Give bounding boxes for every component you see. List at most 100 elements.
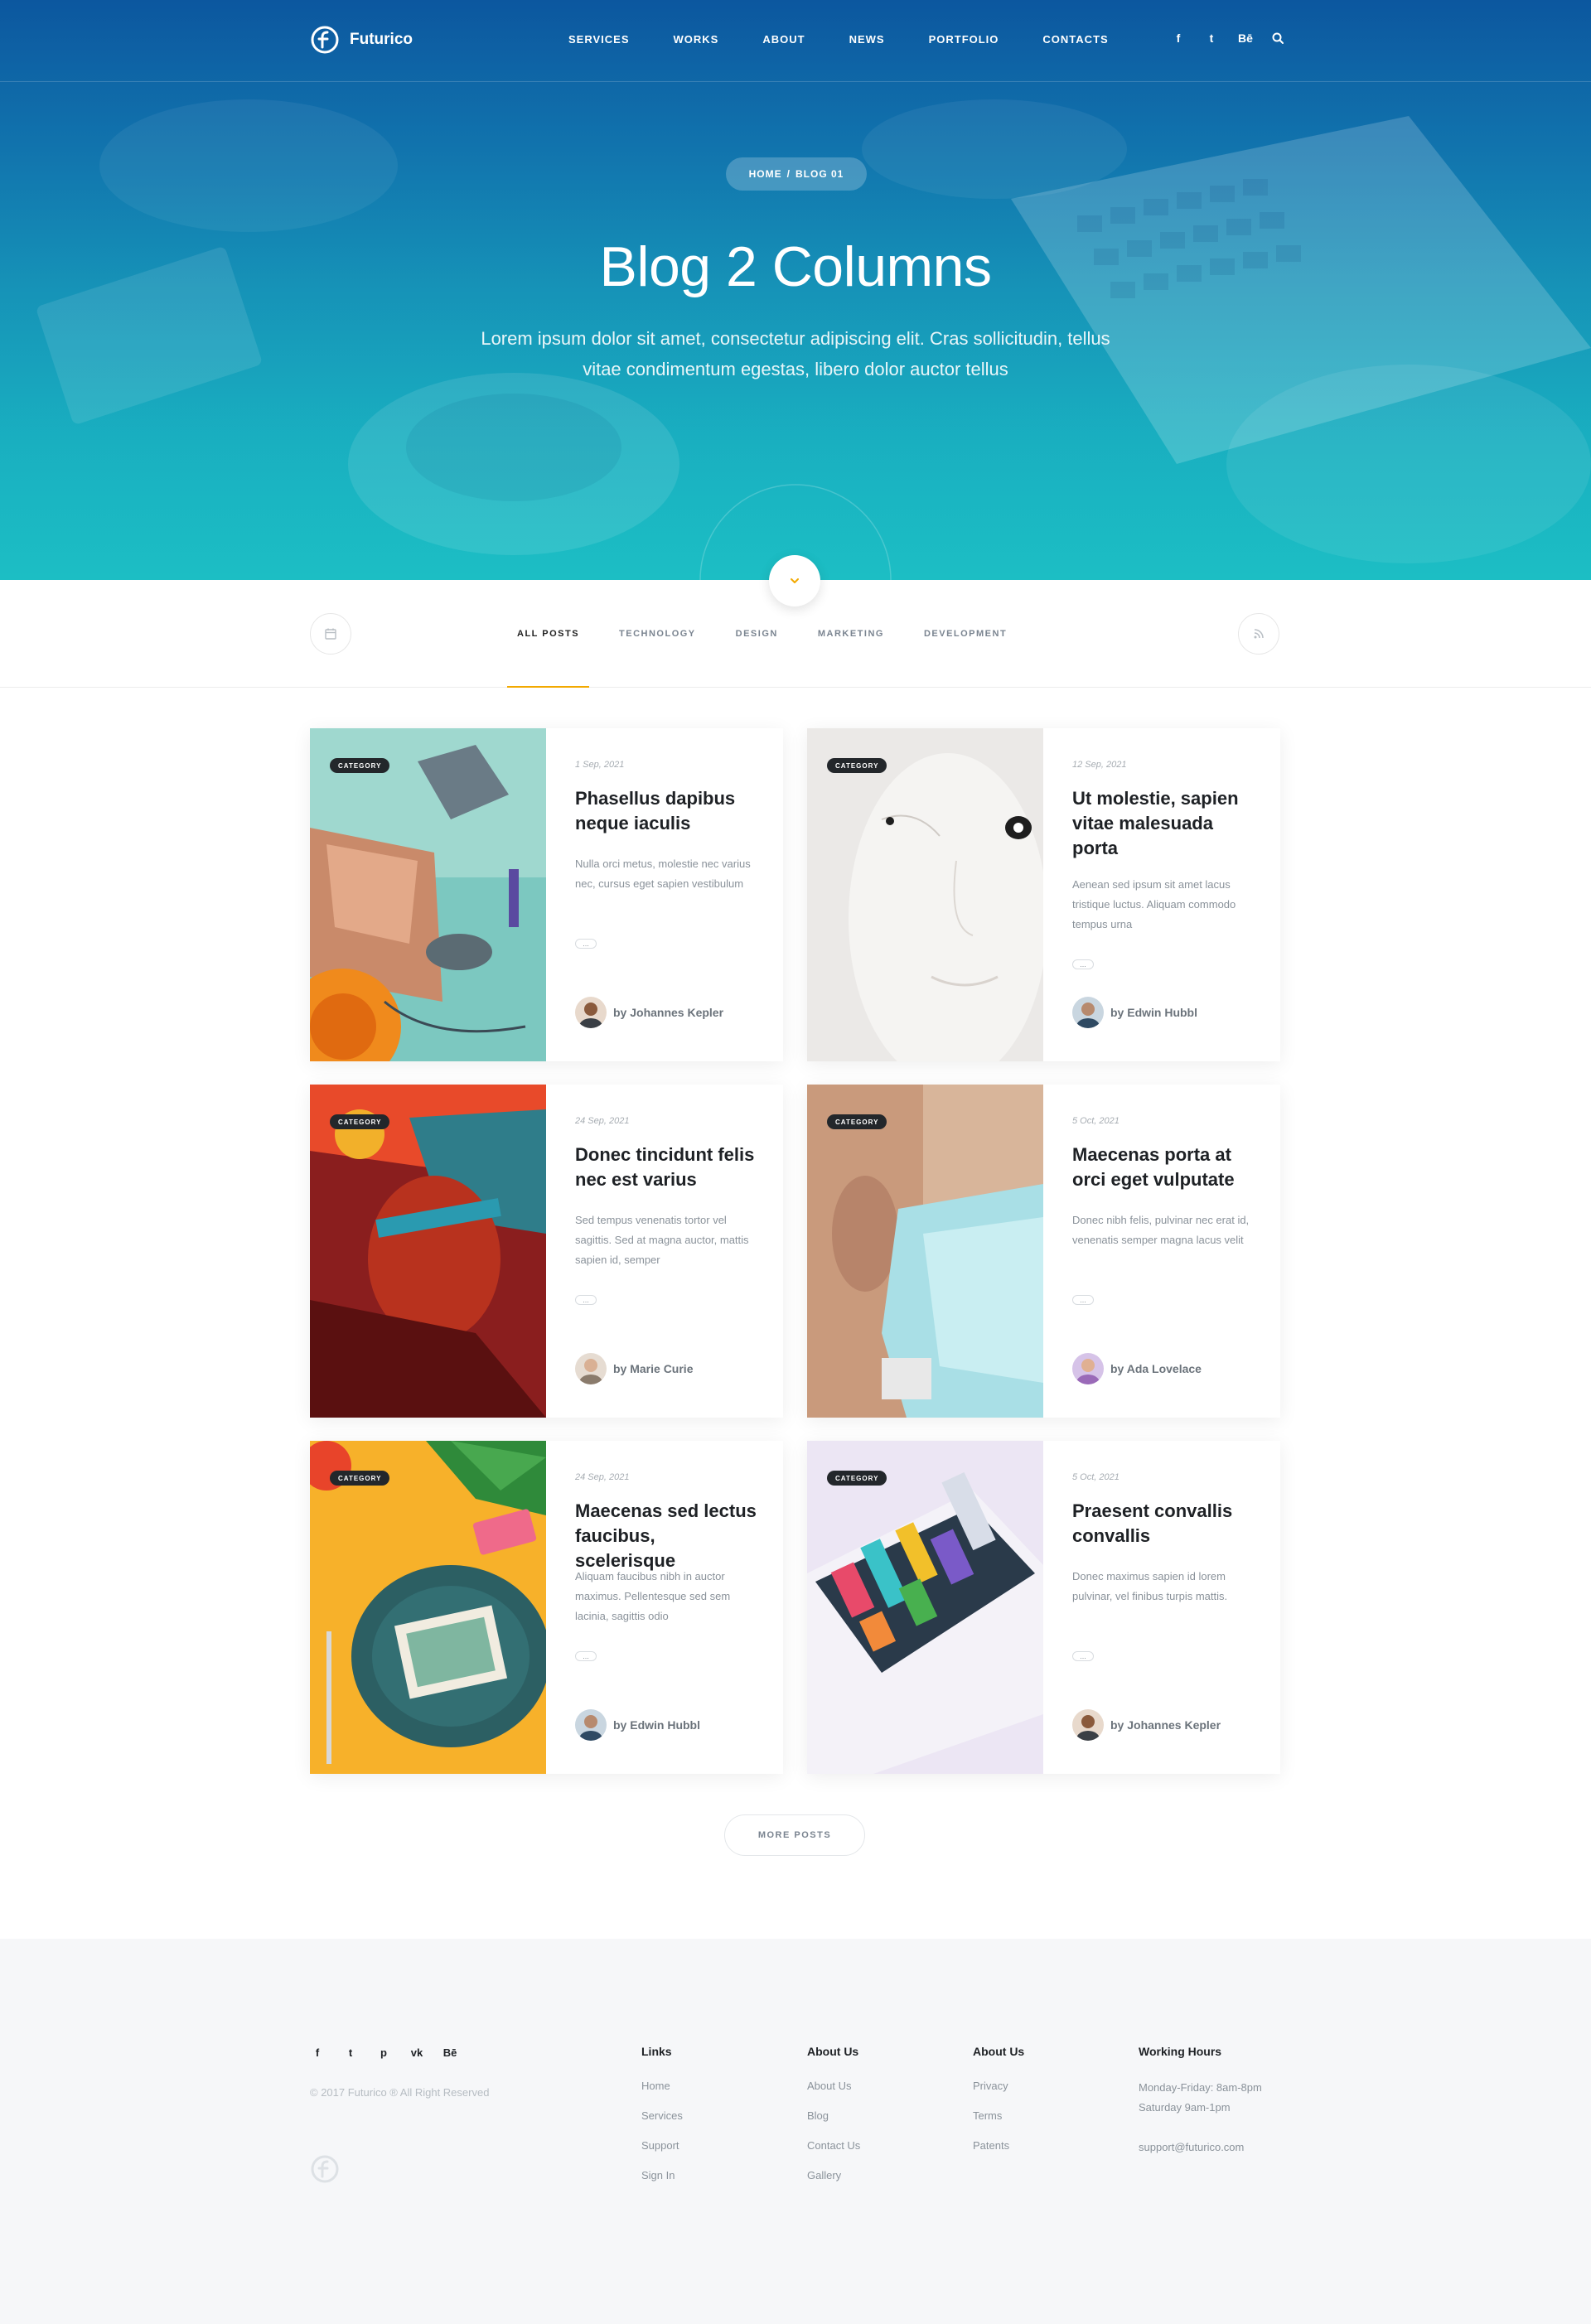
post-image[interactable]: CATEGORY (310, 1441, 546, 1774)
brand-logo[interactable]: Futurico (310, 25, 413, 55)
post-image[interactable]: CATEGORY (807, 1441, 1043, 1774)
post-author: by Johannes Kepler (1072, 1709, 1221, 1741)
footer-logo-icon[interactable] (310, 2154, 340, 2184)
post-excerpt: Donec nibh felis, pulvinar nec erat id, … (1072, 1214, 1250, 1246)
avatar (1072, 1709, 1104, 1741)
more-posts-button[interactable]: MORE POSTS (724, 1814, 865, 1856)
post-author: by Johannes Kepler (575, 997, 723, 1028)
footer-link-terms[interactable]: Terms (973, 2108, 1024, 2124)
facebook-icon[interactable]: f (1172, 31, 1185, 45)
nav-item-contacts[interactable]: CONTACTS (1042, 33, 1108, 46)
post-image[interactable]: CATEGORY (807, 728, 1043, 1061)
filter-tabs: ALL POSTS TECHNOLOGY DESIGN MARKETING DE… (497, 580, 1027, 688)
avatar (575, 1353, 607, 1384)
post-excerpt: Nulla orci metus, molestie nec varius ne… (575, 858, 751, 890)
post-excerpt: Aliquam faucibus nibh in auctor maximus.… (575, 1570, 731, 1622)
post-title[interactable]: Ut molestie, sapien vitae malesuada port… (1072, 786, 1255, 861)
footer-column-links: Links Home Services Support Sign In (641, 2045, 683, 2197)
post-card: CATEGORY 12 Sep, 2021 Ut molestie, sapie… (807, 728, 1280, 1061)
hours-weekdays: Monday-Friday: 8am-8pm (1139, 2081, 1262, 2094)
post-body: 1 Sep, 2021 Phasellus dapibus neque iacu… (546, 728, 783, 1061)
tab-development[interactable]: DEVELOPMENT (914, 580, 1017, 688)
rss-button[interactable] (1238, 613, 1279, 655)
read-more-button[interactable]: ... (1072, 1651, 1094, 1661)
category-badge[interactable]: CATEGORY (827, 1114, 887, 1129)
category-badge[interactable]: CATEGORY (330, 1114, 390, 1129)
footer-link-sign-in[interactable]: Sign In (641, 2167, 683, 2184)
footer-column-legal: About Us Privacy Terms Patents (973, 2045, 1024, 2167)
behance-icon[interactable]: Bē (1238, 31, 1253, 45)
post-date: 5 Oct, 2021 (1072, 1472, 1120, 1482)
footer-link-blog[interactable]: Blog (807, 2108, 860, 2124)
post-author: by Edwin Hubbl (575, 1709, 700, 1741)
author-name[interactable]: by Edwin Hubbl (613, 1718, 700, 1732)
page-subtitle: Lorem ipsum dolor sit amet, consectetur … (481, 328, 1110, 379)
footer-link-about-us[interactable]: About Us (807, 2078, 860, 2094)
footer-column-title: About Us (973, 2045, 1025, 2058)
post-title[interactable]: Maecenas porta at orci eget vulputate (1072, 1143, 1255, 1192)
rss-icon (1254, 629, 1264, 639)
footer-link-privacy[interactable]: Privacy (973, 2078, 1024, 2094)
scroll-down-button[interactable] (769, 555, 820, 606)
breadcrumb: HOME / BLOG 01 (726, 157, 867, 191)
calendar-icon (325, 628, 336, 640)
calendar-button[interactable] (310, 613, 351, 655)
post-title[interactable]: Praesent convallis convallis (1072, 1499, 1255, 1549)
footer-column-title: Working Hours (1139, 2045, 1222, 2058)
post-image[interactable]: CATEGORY (310, 1085, 546, 1418)
hours-saturday: Saturday 9am-1pm (1139, 2101, 1231, 2114)
post-image[interactable]: CATEGORY (310, 728, 546, 1061)
footer-link-services[interactable]: Services (641, 2108, 683, 2124)
author-name[interactable]: by Edwin Hubbl (1110, 1006, 1197, 1019)
footer-link-gallery[interactable]: Gallery (807, 2167, 860, 2184)
footer-link-contact-us[interactable]: Contact Us (807, 2138, 860, 2154)
footer-link-support[interactable]: Support (641, 2138, 683, 2154)
nav-item-works[interactable]: WORKS (674, 33, 719, 46)
post-excerpt: Aenean sed ipsum sit amet lacus tristiqu… (1072, 878, 1236, 930)
author-name[interactable]: by Johannes Kepler (613, 1006, 723, 1019)
tab-all-posts[interactable]: ALL POSTS (507, 580, 590, 688)
post-date: 5 Oct, 2021 (1072, 1116, 1120, 1126)
post-illustration (310, 728, 546, 1061)
post-card: CATEGORY 24 Sep, 2021 Donec tincidunt fe… (310, 1085, 783, 1418)
breadcrumb-separator: / (786, 168, 791, 180)
nav-item-services[interactable]: SERVICES (568, 33, 630, 46)
category-badge[interactable]: CATEGORY (827, 758, 887, 773)
pinterest-icon[interactable]: p (376, 2046, 391, 2059)
read-more-button[interactable]: ... (575, 1651, 597, 1661)
read-more-button[interactable]: ... (1072, 1295, 1094, 1305)
author-name[interactable]: by Marie Curie (613, 1362, 693, 1375)
tab-marketing[interactable]: MARKETING (808, 580, 894, 688)
twitter-icon[interactable]: t (1205, 31, 1218, 45)
nav-item-about[interactable]: ABOUT (762, 33, 805, 46)
behance-icon[interactable]: Bē (442, 2046, 457, 2059)
facebook-icon[interactable]: f (310, 2046, 325, 2059)
nav-item-portfolio[interactable]: PORTFOLIO (929, 33, 999, 46)
footer-link-home[interactable]: Home (641, 2078, 683, 2094)
post-title[interactable]: Phasellus dapibus neque iaculis (575, 786, 757, 836)
post-illustration (807, 1085, 1043, 1418)
category-badge[interactable]: CATEGORY (330, 1471, 390, 1486)
author-name[interactable]: by Ada Lovelace (1110, 1362, 1202, 1375)
post-title[interactable]: Donec tincidunt felis nec est varius (575, 1143, 757, 1192)
read-more-button[interactable]: ... (575, 939, 597, 949)
post-title[interactable]: Maecenas sed lectus faucibus, scelerisqu… (575, 1499, 757, 1573)
support-email-link[interactable]: support@futurico.com (1139, 2139, 1262, 2156)
read-more-button[interactable]: ... (575, 1295, 597, 1305)
category-badge[interactable]: CATEGORY (330, 758, 390, 773)
post-image[interactable]: CATEGORY (807, 1085, 1043, 1418)
footer-working-hours: Working Hours Monday-Friday: 8am-8pm Sat… (1139, 2045, 1262, 2169)
footer-link-patents[interactable]: Patents (973, 2138, 1024, 2154)
breadcrumb-home[interactable]: HOME (749, 168, 782, 180)
nav-item-news[interactable]: NEWS (849, 33, 885, 46)
vk-icon[interactable]: vk (409, 2046, 424, 2059)
category-badge[interactable]: CATEGORY (827, 1471, 887, 1486)
search-icon[interactable] (1271, 31, 1284, 45)
hero-section: Futurico SERVICES WORKS ABOUT NEWS PORTF… (0, 0, 1591, 580)
post-excerpt: Donec maximus sapien id lorem pulvinar, … (1072, 1570, 1228, 1602)
read-more-button[interactable]: ... (1072, 959, 1094, 969)
tab-technology[interactable]: TECHNOLOGY (609, 580, 706, 688)
header-social-links: f t Bē (1172, 31, 1284, 45)
twitter-icon[interactable]: t (343, 2046, 358, 2059)
author-name[interactable]: by Johannes Kepler (1110, 1718, 1221, 1732)
